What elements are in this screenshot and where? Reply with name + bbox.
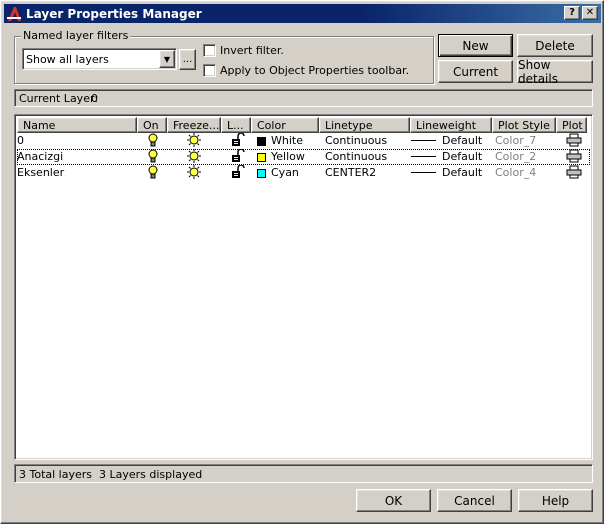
layer-name: Anacizgi <box>17 150 64 163</box>
layer-list[interactable]: Name On Freeze... L... Color Linetype Li… <box>14 114 593 460</box>
layer-color[interactable]: Yellow <box>271 150 305 163</box>
layer-name: 0 <box>17 134 24 147</box>
sun-icon[interactable] <box>187 165 201 182</box>
lightbulb-icon[interactable] <box>147 149 159 166</box>
total-layers-count: 3 Total layers <box>19 468 93 481</box>
column-header-lock[interactable]: L... <box>221 117 251 133</box>
column-header-color[interactable]: Color <box>251 117 319 133</box>
ok-button[interactable]: OK <box>356 489 431 512</box>
column-header-name[interactable]: Name <box>17 117 137 133</box>
color-swatch[interactable] <box>257 169 266 178</box>
invert-filter-checkbox[interactable] <box>203 44 216 57</box>
named-layer-filters-label: Named layer filters <box>21 29 131 42</box>
unlocked-padlock-icon[interactable] <box>231 164 245 182</box>
delete-layer-button[interactable]: Delete <box>517 34 593 57</box>
column-header-freeze[interactable]: Freeze... <box>167 117 221 133</box>
layer-color[interactable]: Cyan <box>271 166 299 179</box>
filter-ellipsis-button[interactable]: ... <box>179 49 196 70</box>
lineweight-sample <box>411 172 436 173</box>
layer-lineweight[interactable]: Default <box>442 150 482 163</box>
layer-plot-style: Color_2 <box>495 150 537 163</box>
status-bar: 3 Total layers 3 Layers displayed <box>14 464 593 483</box>
cancel-button[interactable]: Cancel <box>437 489 512 512</box>
new-layer-button[interactable]: New <box>438 34 513 57</box>
invert-filter-label: Invert filter. <box>220 44 284 57</box>
layer-filter-value: Show all layers <box>26 53 109 66</box>
window-title: Layer Properties Manager <box>26 6 202 21</box>
current-layer-bar: Current Layer: 0 <box>14 89 593 107</box>
layer-color[interactable]: White <box>271 134 303 147</box>
layer-lineweight[interactable]: Default <box>442 134 482 147</box>
color-swatch[interactable] <box>257 153 266 162</box>
layer-linetype[interactable]: CENTER2 <box>325 166 376 179</box>
column-header-plot-style[interactable]: Plot Style <box>492 117 556 133</box>
current-layer-label: Current Layer: <box>19 92 98 105</box>
column-header-plot[interactable]: Plot <box>556 117 587 133</box>
layer-properties-dialog: Layer Properties Manager ? ✕ Named layer… <box>0 0 604 524</box>
displayed-layers-count: 3 Layers displayed <box>99 468 203 481</box>
chevron-down-icon[interactable]: ▼ <box>159 50 175 68</box>
lineweight-sample <box>411 156 436 157</box>
set-current-button[interactable]: Current <box>438 60 513 83</box>
color-swatch[interactable] <box>257 137 266 146</box>
printer-icon[interactable] <box>566 165 582 182</box>
lightbulb-icon[interactable] <box>147 133 159 150</box>
layer-row[interactable]: Eksenler Cyan CENTER2 Default Color_4 <box>17 164 590 182</box>
lightbulb-icon[interactable] <box>147 165 159 182</box>
column-header-linetype[interactable]: Linetype <box>319 117 410 133</box>
sun-icon[interactable] <box>187 133 201 150</box>
help-title-button[interactable]: ? <box>564 6 580 20</box>
help-button[interactable]: Help <box>518 489 593 512</box>
apply-toolbar-label: Apply to Object Properties toolbar. <box>220 64 410 77</box>
current-layer-value: 0 <box>91 92 98 105</box>
column-header-lineweight[interactable]: Lineweight <box>410 117 492 133</box>
layer-linetype[interactable]: Continuous <box>325 134 387 147</box>
layer-lineweight[interactable]: Default <box>442 166 482 179</box>
layer-row[interactable]: 0 White Continuous Default Color_7 <box>17 132 590 150</box>
title-bar[interactable]: Layer Properties Manager ? ✕ <box>4 4 601 23</box>
layer-name: Eksenler <box>17 166 65 179</box>
autocad-app-icon <box>6 6 22 22</box>
lineweight-sample <box>411 140 436 141</box>
layer-plot-style: Color_4 <box>495 166 537 179</box>
layer-filter-dropdown[interactable]: Show all layers ▼ <box>22 48 177 70</box>
printer-icon[interactable] <box>566 149 582 166</box>
close-title-button[interactable]: ✕ <box>582 6 598 20</box>
printer-icon[interactable] <box>566 133 582 150</box>
layer-plot-style: Color_7 <box>495 134 537 147</box>
apply-toolbar-checkbox[interactable] <box>203 64 216 77</box>
show-details-button[interactable]: Show details <box>517 58 593 86</box>
column-header-on[interactable]: On <box>137 117 167 133</box>
sun-icon[interactable] <box>187 149 201 166</box>
layer-row[interactable]: Anacizgi Yellow Continuous Default Color… <box>17 148 590 166</box>
layer-linetype[interactable]: Continuous <box>325 150 387 163</box>
unlocked-padlock-icon[interactable] <box>231 132 245 150</box>
unlocked-padlock-icon[interactable] <box>231 148 245 166</box>
